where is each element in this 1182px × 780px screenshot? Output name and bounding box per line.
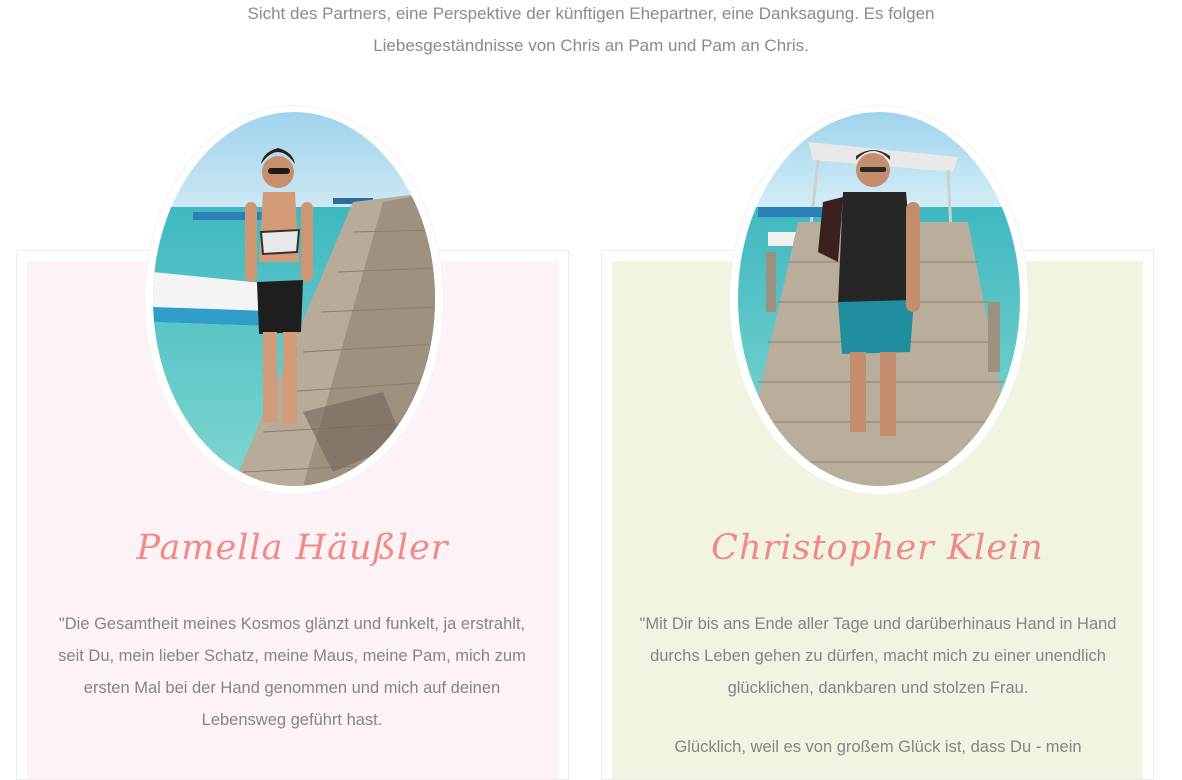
quote-paragraph: "Die Gesamtheit meines Kosmos glänzt und… (58, 615, 526, 729)
profile-quote-pamella: "Die Gesamtheit meines Kosmos glänzt und… (52, 608, 532, 736)
intro-line-2: Liebesgeständnisse von Chris an Pam und … (373, 36, 809, 55)
portrait-photo-pamella (153, 112, 435, 486)
profile-name-christopher: Christopher Klein (711, 528, 1044, 568)
intro-text: Sicht des Partners, eine Perspektive der… (0, 0, 1182, 62)
quote-paragraph: "Mit Dir bis ans Ende aller Tage und dar… (639, 615, 1117, 697)
intro-line-1: Sicht des Partners, eine Perspektive der… (247, 4, 935, 23)
profile-name-pamella: Pamella Häußler (136, 528, 449, 568)
profile-quote-christopher: "Mit Dir bis ans Ende aller Tage und dar… (638, 608, 1118, 763)
portrait-frame-pamella (145, 106, 443, 494)
quote-paragraph: Glücklich, weil es von großem Glück ist,… (674, 738, 1082, 756)
portrait-frame-christopher (730, 106, 1028, 494)
portrait-photo-christopher (738, 112, 1020, 486)
